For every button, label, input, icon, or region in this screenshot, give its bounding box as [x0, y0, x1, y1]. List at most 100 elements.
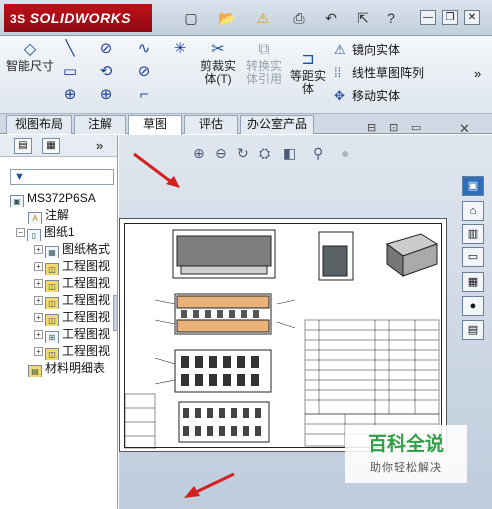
expand-icon[interactable]: + [34, 347, 43, 356]
help-icon[interactable]: ? [380, 8, 402, 28]
offset-icon: ⊐ [301, 51, 315, 68]
task-pane-appearances-icon[interactable]: ● [462, 296, 484, 316]
bom-table-icon: ▤ [28, 365, 42, 377]
viewport-maximize-icon[interactable]: ▭ [411, 121, 421, 134]
new-doc-icon[interactable]: ▢ [180, 8, 202, 28]
tree-item-drawing[interactable]: ▣ MS372P6SA [10, 190, 96, 207]
drawing-view-icon: ◫ [45, 314, 59, 326]
select-icon[interactable]: ⇱ [352, 8, 374, 28]
linear-pattern-button[interactable]: ⁞⁞ 线性草图阵列 [334, 63, 424, 83]
tab-annotation[interactable]: 注解 [74, 115, 126, 134]
sheet-icon: ▯ [27, 229, 41, 241]
red-arrow-icon [184, 472, 235, 498]
print-icon[interactable]: ⎙ [288, 8, 310, 28]
tree-item-drawing-view[interactable]: + ◫ 工程图视 [34, 292, 114, 309]
expand-icon[interactable]: + [34, 330, 43, 339]
expand-icon[interactable]: + [34, 262, 43, 271]
trim-entities-button[interactable]: ✂ 剪裁实体(T) [196, 40, 240, 86]
drawing-view-icon: ◫ [45, 297, 59, 309]
move-icon: ✥ [334, 88, 345, 103]
arc-icon[interactable]: ⟲ [96, 63, 116, 81]
tree-item-drawing-view[interactable]: + ◫ 工程图视 [34, 343, 114, 360]
section-view-tool-icon[interactable]: ⛭ [259, 145, 270, 162]
feature-manager-toolbar: ▤ ▦ » [0, 135, 117, 157]
expand-icon[interactable]: + [34, 313, 43, 322]
tree-item-sheet[interactable]: − ▯ 图纸1 [16, 224, 75, 241]
annotation-icon: A [28, 212, 42, 224]
viewport-close-icon[interactable]: ✕ [459, 121, 470, 137]
circle-icon[interactable]: ⊘ [96, 40, 116, 58]
smart-dimension-button[interactable]: ◇ 智能尺寸 [6, 40, 54, 73]
expand-icon[interactable]: + [34, 245, 43, 254]
tree-item-sheet-format[interactable]: + ▦ 图纸格式 [34, 241, 116, 258]
tree-item-drawing-view[interactable]: + ⊞ 工程图视 [34, 326, 114, 343]
convert-entities-button[interactable]: ⧉ 转换实体引用 [244, 40, 284, 86]
task-pane-custom-properties-icon[interactable]: ▤ [462, 320, 484, 340]
watermark-logo: 百科全说 助你轻松解决 [345, 425, 467, 483]
task-pane-view-palette-icon[interactable]: ▦ [462, 272, 484, 292]
restore-button[interactable]: ❐ [442, 10, 458, 25]
tree-item-drawing-view[interactable]: + ◫ 工程图视 [34, 309, 114, 326]
expand-icon[interactable]: + [34, 279, 43, 288]
open-folder-icon[interactable]: 📂 [216, 8, 238, 28]
tree-item-bom[interactable]: ▤ 材料明细表 [28, 360, 116, 377]
drawing-view-icon: ◫ [45, 348, 59, 360]
hide-show-items-icon[interactable]: ⚲ [313, 145, 323, 162]
collapse-icon[interactable]: − [16, 228, 25, 237]
zoom-area-icon[interactable]: ⊖ [215, 145, 227, 162]
convert-icon: ⧉ [258, 41, 270, 58]
section-view-icon: ⊞ [45, 331, 59, 343]
tree-item-drawing-view[interactable]: + ◫ 工程图视 [34, 258, 114, 275]
drawing-sheet[interactable] [119, 218, 447, 452]
drawing-view-icon: ◫ [45, 263, 59, 275]
spline-icon[interactable]: ∿ [134, 40, 154, 58]
offset-entities-button[interactable]: ⊐ 等距实体 [288, 50, 328, 96]
drawing-icon: ▣ [10, 195, 24, 207]
pane-expand-button[interactable]: » [96, 138, 103, 153]
expand-icon[interactable]: + [34, 296, 43, 305]
fillet-icon[interactable]: ⌐ [134, 86, 154, 104]
appearance-icon[interactable]: ● [341, 145, 349, 161]
close-button[interactable]: ✕ [464, 10, 480, 25]
task-pane-resources-icon[interactable]: ▣ [462, 176, 484, 196]
warning-icon[interactable]: ⚠ [252, 8, 274, 28]
drawing-view-icon: ◫ [45, 280, 59, 292]
ellipse-icon[interactable]: ⊘ [134, 63, 154, 81]
drawing-views-graphic [124, 229, 440, 450]
polygon-icon[interactable]: ⊕ [96, 86, 116, 104]
viewport-restore-icon[interactable]: ⊡ [389, 121, 398, 134]
task-pane-design-library-icon[interactable]: ▥ [462, 224, 484, 244]
view-orientation-icon[interactable]: ◧ [283, 145, 296, 162]
zoom-to-fit-icon[interactable]: ⊕ [193, 145, 205, 162]
tab-sketch[interactable]: 草图 [128, 115, 182, 135]
task-pane-file-explorer-icon[interactable]: ▭ [462, 247, 484, 267]
solidworks-logo[interactable]: 3S SOLIDWORKS [4, 4, 152, 32]
move-entities-button[interactable]: ✥ 移动实体 [334, 86, 400, 106]
feature-manager-pane: ▤ ▦ » ▼ ▣ MS372P6SA A 注解 − ▯ 图纸1 + ▦ 图纸格式 + ◫ 工程… [0, 135, 118, 509]
pane-splitter[interactable] [113, 295, 118, 331]
title-bar: 3S SOLIDWORKS ▢ 📂 ⚠ ⎙ ↶ ⇱ ? — ❐ ✕ [0, 0, 492, 36]
mirror-entities-button[interactable]: ⚠ 镜向实体 [334, 40, 400, 60]
viewport-window-tiles-icon[interactable]: ⊟ [367, 121, 376, 134]
slot-icon[interactable]: ⊕ [60, 86, 80, 104]
line-icon[interactable]: ╲ [60, 40, 80, 58]
mirror-icon: ⚠ [334, 42, 346, 57]
tab-office-products[interactable]: 办公室产品 [240, 115, 314, 134]
previous-view-icon[interactable]: ↻ [237, 145, 249, 162]
feature-tree-tab-icon[interactable]: ▤ [14, 138, 32, 154]
minimize-button[interactable]: — [420, 10, 436, 25]
tree-item-drawing-view[interactable]: + ◫ 工程图视 [34, 275, 114, 292]
tab-view-layout[interactable]: 视图布局 [6, 115, 72, 134]
filter-icon[interactable]: ▼ [10, 169, 114, 185]
tab-evaluate[interactable]: 评估 [184, 115, 238, 134]
undo-icon[interactable]: ↶ [320, 8, 342, 28]
task-pane-home-icon[interactable]: ⌂ [462, 201, 484, 221]
property-manager-tab-icon[interactable]: ▦ [42, 138, 60, 154]
tree-item-annotations[interactable]: A 注解 [28, 207, 69, 224]
command-manager-ribbon: ◇ 智能尺寸 ╲ ⊘ ∿ ✳ ▭ ⟲ ⊘ ⊕ ⊕ ⌐ ✂ 剪裁实体(T) ⧉ 转… [0, 36, 492, 114]
dimension-icon: ◇ [23, 41, 37, 58]
linear-pattern-icon: ⁞⁞ [334, 65, 342, 80]
point-icon[interactable]: ✳ [170, 40, 190, 58]
ribbon-more-button[interactable]: » [474, 66, 481, 81]
rectangle-icon[interactable]: ▭ [60, 63, 80, 81]
